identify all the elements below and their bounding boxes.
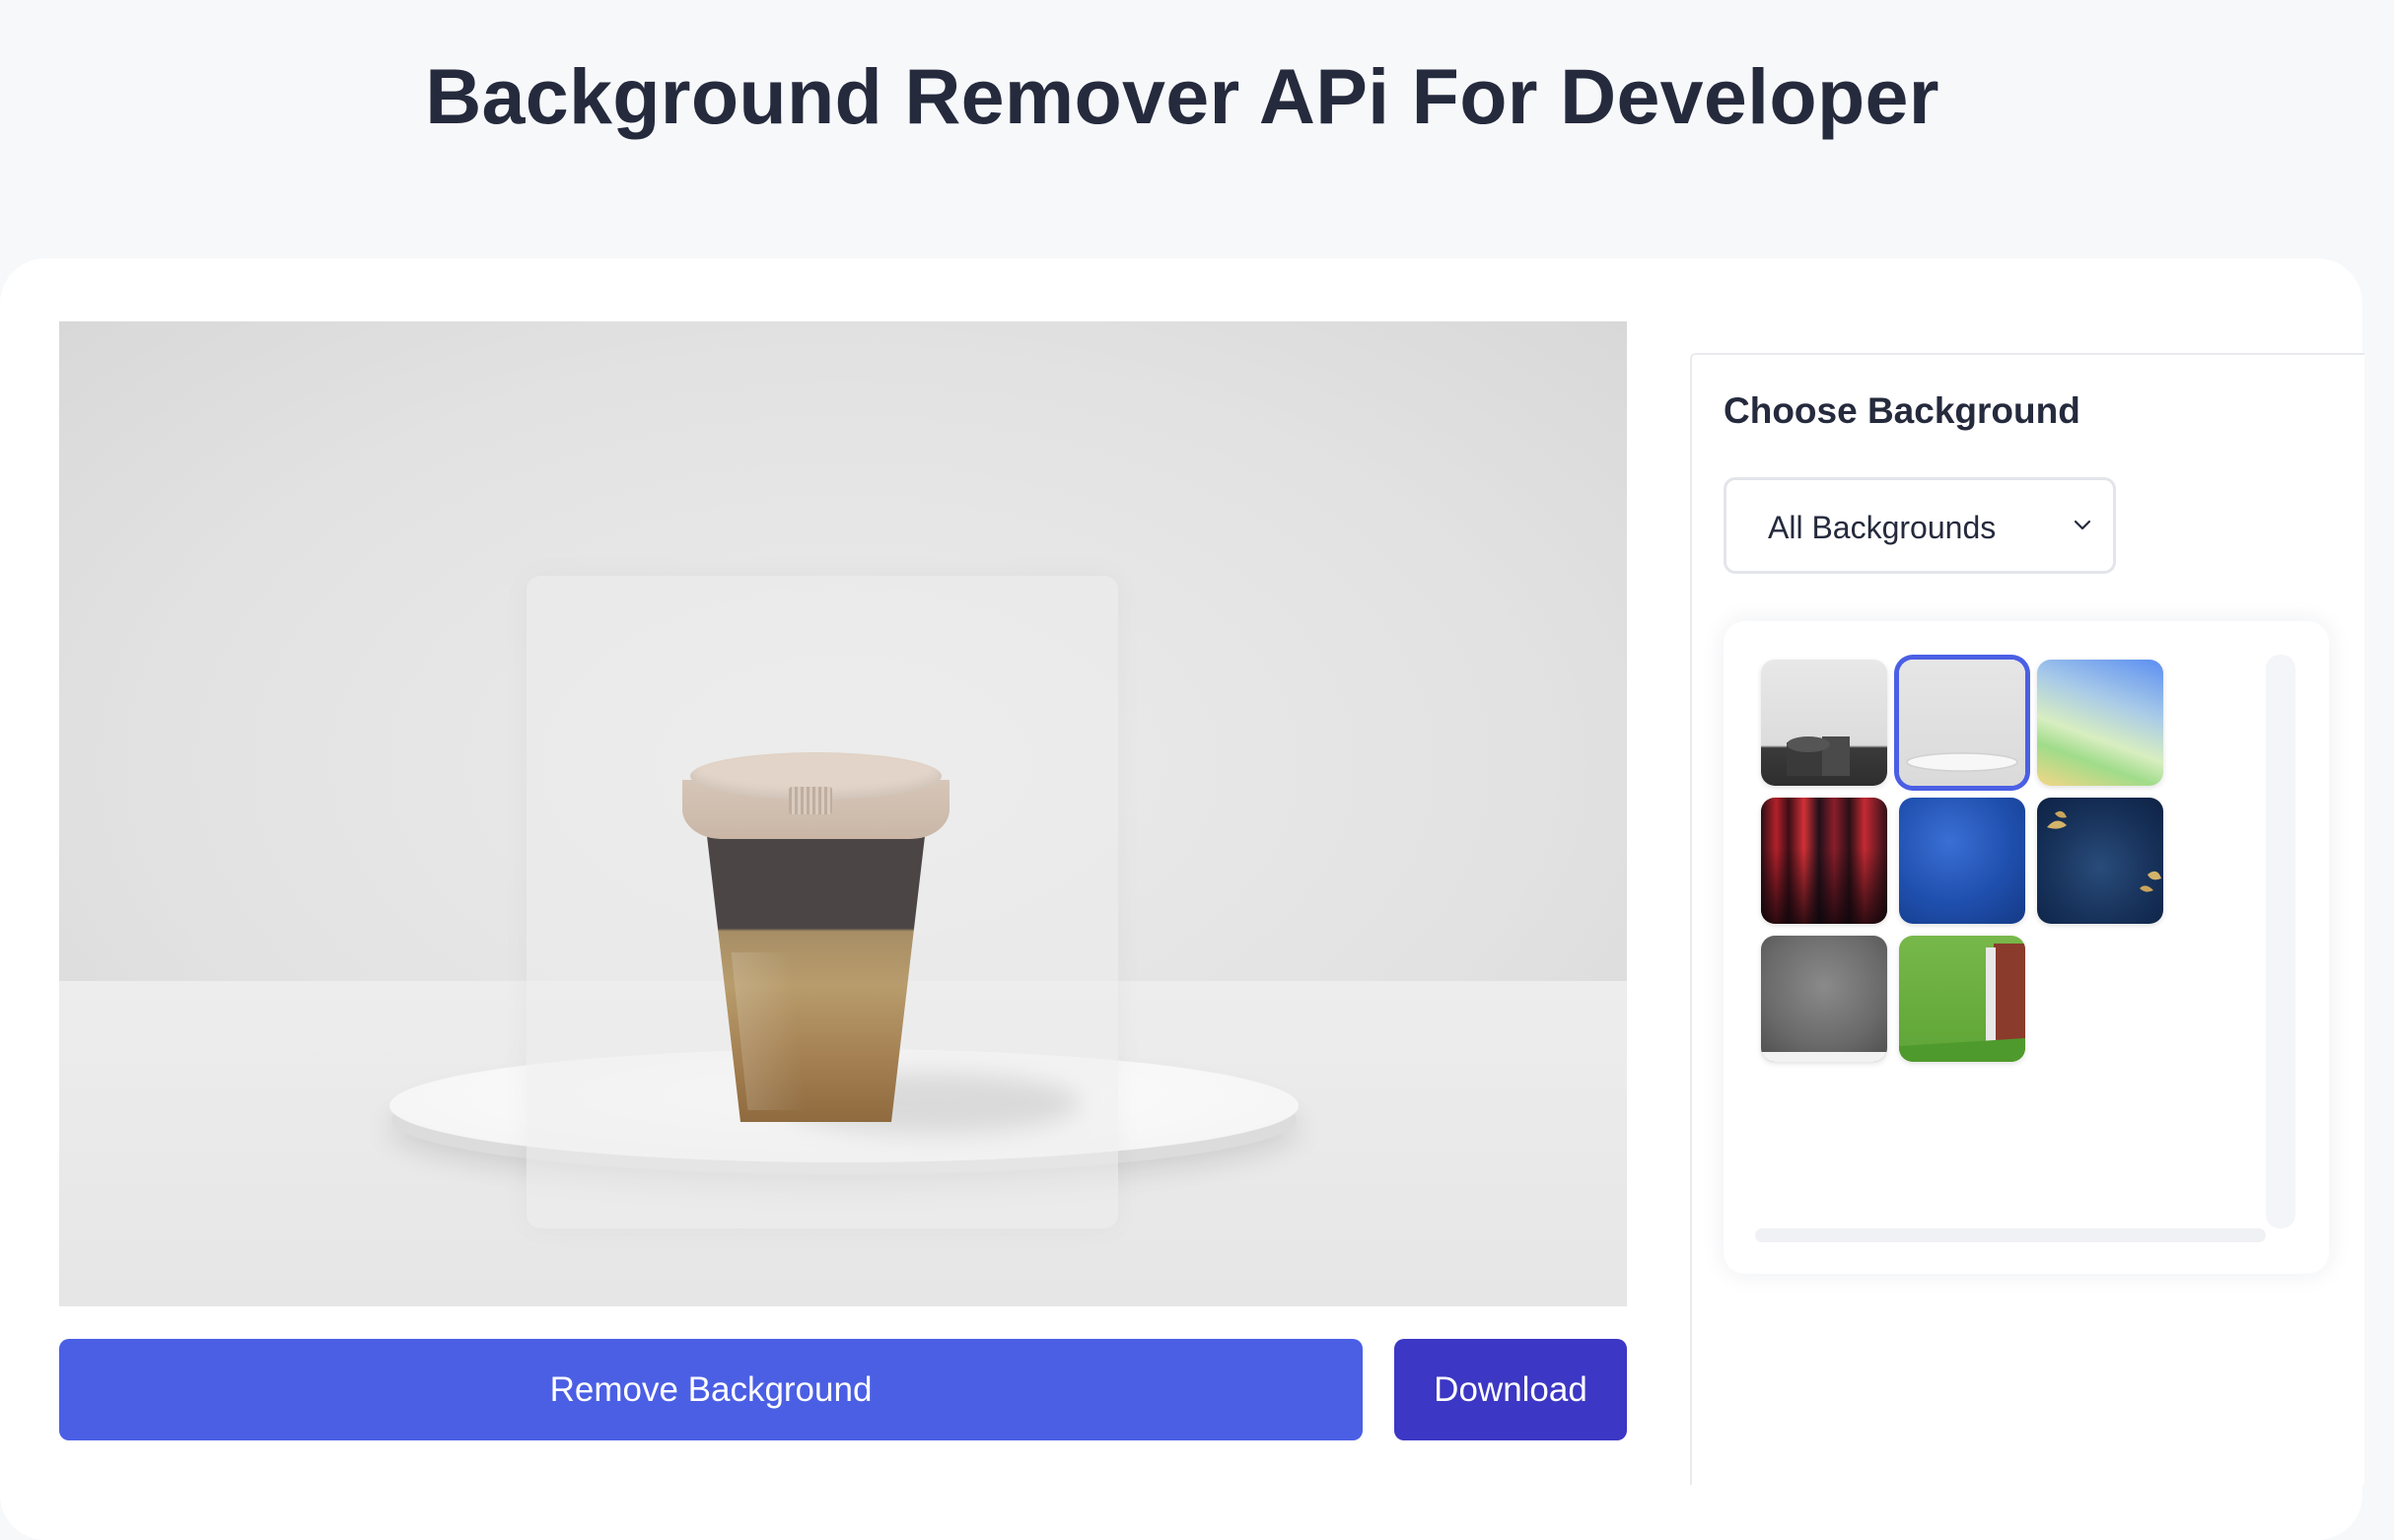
background-thumbnail[interactable] [1899, 936, 2025, 1062]
background-thumbnail[interactable] [1899, 798, 2025, 924]
background-thumbnail[interactable] [1761, 936, 1887, 1062]
gold-leaf-image [2047, 810, 2161, 892]
background-thumbnail[interactable] [2037, 660, 2163, 786]
select-value: All Backgrounds [1768, 510, 1997, 545]
choose-background-title: Choose Background [1724, 390, 2080, 431]
background-thumbnail[interactable] [1761, 798, 1887, 924]
image-preview [59, 321, 1627, 1306]
background-category-select[interactable]: All Backgrounds [1724, 477, 2116, 574]
cylinders-image [1787, 736, 1850, 776]
download-button[interactable]: Download [1394, 1339, 1627, 1440]
door-image [1899, 944, 2025, 1062]
background-thumbnail-selected[interactable] [1899, 660, 2025, 786]
vertical-scrollbar[interactable] [2266, 655, 2295, 1228]
horizontal-scrollbar[interactable] [1755, 1228, 2266, 1242]
remove-background-button[interactable]: Remove Background [59, 1339, 1363, 1440]
cup-lid-vent [789, 787, 832, 814]
chevron-down-icon [2074, 520, 2091, 530]
page-title: Background Remover APi For Developer [425, 52, 1939, 140]
background-thumbnail[interactable] [2037, 798, 2163, 924]
background-thumbnail[interactable] [1761, 660, 1887, 786]
pedestal-image [1906, 752, 2018, 772]
